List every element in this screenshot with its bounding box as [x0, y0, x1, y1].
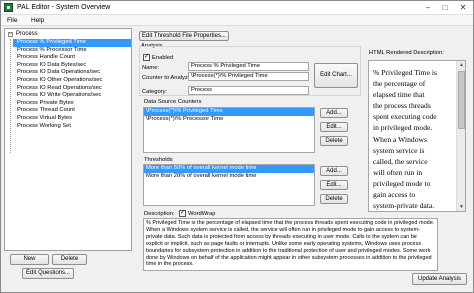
menu-bar: File Help [1, 15, 473, 26]
menu-help[interactable]: Help [31, 17, 44, 24]
html-description-line: called, the service [373, 156, 428, 166]
tree-item[interactable]: Process IO Data Operations/sec [13, 69, 131, 77]
collapse-icon[interactable]: − [8, 32, 13, 37]
threshold-row[interactable]: More than 20% of overall kernel mode tim… [144, 173, 314, 181]
edit-threshold-file-properties-button[interactable]: Edit Threshold File Properties... [139, 31, 229, 41]
tree-item[interactable]: Process Thread Count [13, 107, 131, 115]
data-source-edit-button[interactable]: Edit... [320, 122, 348, 132]
html-description-line: system service is [373, 145, 425, 155]
minimize-button[interactable]: – [421, 2, 435, 13]
html-description-line: Such data is [373, 211, 453, 212]
tree-item[interactable]: Process Virtual Bytes [13, 115, 131, 123]
tree-item[interactable]: Process IO Other Operations/sec [13, 77, 131, 85]
html-description-line: gain access to [373, 190, 416, 200]
scroll-thumb[interactable] [458, 71, 465, 129]
new-button[interactable]: New [10, 254, 49, 265]
name-field[interactable]: Process % Privileged Time [188, 62, 309, 71]
maximize-button[interactable]: □ [438, 2, 452, 13]
html-description-line: elapsed time that [373, 90, 425, 100]
data-source-add-button[interactable]: Add... [320, 108, 348, 118]
delete-analysis-button[interactable]: Delete [52, 254, 87, 265]
counter-label: Counter to Analyze: [142, 75, 193, 81]
analysis-tree[interactable]: − Process Process % Privileged Time Proce… [4, 28, 132, 251]
app-icon [4, 3, 13, 12]
tree-item[interactable]: Process Handle Count [13, 54, 131, 62]
tree-item[interactable]: Process % Processor Time [13, 47, 131, 55]
enabled-label: Enabled [152, 55, 174, 61]
html-description-line: the percentage of [373, 79, 426, 89]
description-textbox[interactable]: % Privileged Time is the percentage of e… [143, 218, 438, 271]
wordwrap-label: WordWrap [188, 211, 216, 217]
thresholds-listbox[interactable]: More than 50% of overall kernel mode tim… [143, 164, 315, 206]
threshold-row[interactable]: More than 50% of overall kernel mode tim… [144, 165, 314, 173]
scroll-down-icon[interactable]: ▼ [457, 203, 465, 211]
window-title: PAL Editor - System Overview [17, 4, 111, 11]
update-analysis-button[interactable]: Update Analysis [412, 273, 467, 285]
tree-item[interactable]: Process Working Set [13, 123, 131, 131]
threshold-delete-button[interactable]: Delete [320, 194, 348, 204]
html-description-text: % Privileged Time is the percentage of ela… [373, 67, 453, 212]
html-description-line: % Privileged Time is [373, 68, 437, 77]
html-rendered-description[interactable]: % Privileged Time is the percentage of ela… [368, 60, 466, 212]
data-source-counters-label: Data Source Counters [144, 99, 202, 105]
html-description-line: system-private data. [373, 201, 435, 211]
thresholds-label: Thresholds [144, 157, 173, 163]
data-source-row[interactable]: \Process(*)\% Privileged Time [144, 108, 314, 116]
html-rendered-description-label: HTML Rendered Description: [369, 50, 444, 56]
title-bar[interactable]: PAL Editor - System Overview – □ ✕ [1, 1, 473, 15]
html-description-line: the process threads [373, 101, 431, 111]
description-label: Description: [144, 211, 175, 217]
html-description-line: When a Windows [373, 134, 427, 144]
html-description-line: in privileged mode. [373, 123, 433, 133]
tree-item[interactable]: Process Private Bytes [13, 100, 131, 108]
data-source-row[interactable]: \Process(*)\% Processor Time [144, 116, 314, 124]
tree-item[interactable]: Process % Privileged Time [13, 39, 131, 47]
pal-editor-window: PAL Editor - System Overview – □ ✕ File … [0, 0, 474, 293]
data-source-delete-button[interactable]: Delete [320, 136, 348, 146]
tree-item[interactable]: Process IO Write Operations/sec [13, 92, 131, 100]
html-panel-scrollbar[interactable]: ▲ ▼ [456, 61, 465, 211]
name-label: Name: [142, 65, 160, 71]
edit-chart-button[interactable]: Edit Chart... [314, 63, 358, 88]
threshold-add-button[interactable]: Add... [320, 166, 348, 176]
tree-connector [10, 39, 11, 153]
data-source-listbox[interactable]: \Process(*)\% Privileged Time \Process(*)… [143, 107, 315, 153]
enabled-checkbox[interactable]: ✓ [143, 54, 150, 61]
category-label: Category: [142, 89, 168, 95]
counter-field[interactable]: \Process(*)\% Privileged Time [188, 72, 309, 81]
edit-questions-button[interactable]: Edit Questions... [22, 268, 74, 279]
scroll-up-icon[interactable]: ▲ [457, 61, 465, 69]
html-description-line: spent executing code [373, 112, 437, 122]
wordwrap-checkbox[interactable]: ✓ [179, 210, 186, 217]
category-field[interactable]: Process [188, 86, 309, 95]
threshold-edit-button[interactable]: Edit... [320, 180, 348, 190]
tree-item[interactable]: Process IO Read Operations/sec [13, 85, 131, 93]
html-description-line: privileged mode to [373, 178, 431, 188]
tree-children: Process % Privileged Time Process % Proce… [13, 39, 131, 130]
html-description-line: will often run in [373, 167, 423, 177]
menu-file[interactable]: File [7, 17, 17, 24]
tree-item[interactable]: Process IO Data Bytes/sec [13, 62, 131, 70]
close-button[interactable]: ✕ [456, 2, 470, 13]
